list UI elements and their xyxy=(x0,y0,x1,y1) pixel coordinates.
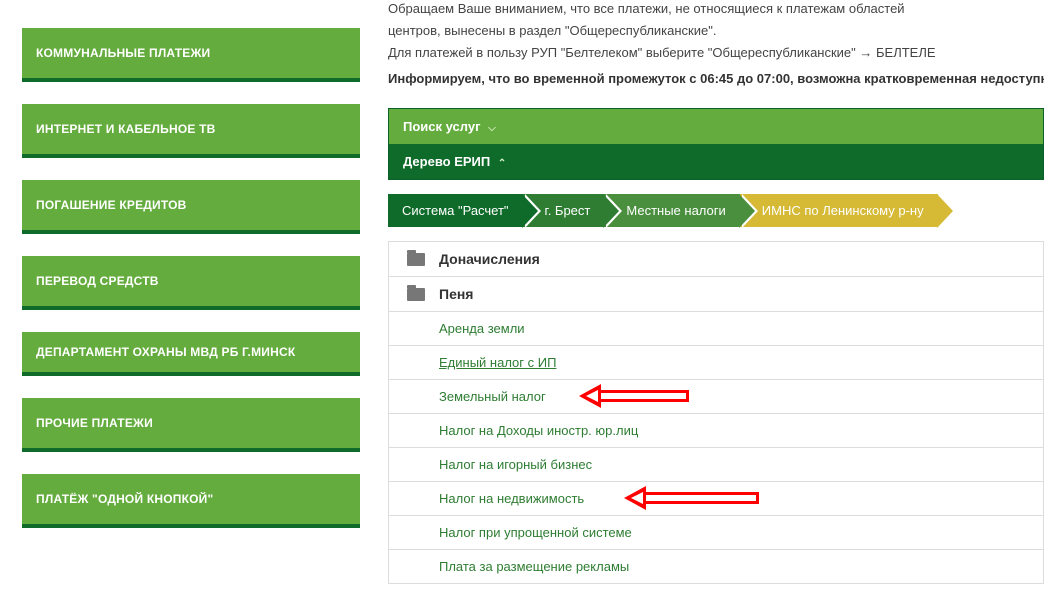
breadcrumb-current[interactable]: ИМНС по Ленинскому р-ну xyxy=(740,194,938,227)
breadcrumb-category[interactable]: Местные налоги xyxy=(604,194,739,227)
service-tree: Доначисления Пеня Аренда земли Единый на… xyxy=(388,242,1044,584)
panels: Поиск услуг ⌵ Дерево ЕРИП ⌃ xyxy=(388,108,1044,180)
folder-icon xyxy=(407,288,425,301)
notice-line: центров, вынесены в раздел "Общереспубли… xyxy=(388,22,1044,40)
folder-row[interactable]: Пеня xyxy=(389,277,1043,312)
service-link-property-tax[interactable]: Налог на недвижимость xyxy=(389,482,1043,516)
notice-line: Для платежей в пользу РУП "Белтелеком" в… xyxy=(388,44,1044,62)
panel-erip-tree[interactable]: Дерево ЕРИП ⌃ xyxy=(389,144,1043,179)
chevron-up-icon: ⌃ xyxy=(498,158,506,169)
sidebar-item-transfer[interactable]: ПЕРЕВОД СРЕДСТВ xyxy=(22,256,360,310)
chevron-down-icon: ⌵ xyxy=(488,123,496,134)
service-link-ad-placement-fee[interactable]: Плата за размещение рекламы xyxy=(389,550,1043,584)
panel-search-services[interactable]: Поиск услуг ⌵ xyxy=(389,109,1043,144)
notice-line: Обращаем Ваше вниманием, что все платежи… xyxy=(388,0,1044,18)
sidebar-item-other-payments[interactable]: ПРОЧИЕ ПЛАТЕЖИ xyxy=(22,398,360,452)
service-link-single-tax-ip[interactable]: Единый налог с ИП xyxy=(389,346,1043,380)
sidebar-item-loans[interactable]: ПОГАШЕНИЕ КРЕДИТОВ xyxy=(22,180,360,234)
sidebar: КОММУНАЛЬНЫЕ ПЛАТЕЖИ ИНТЕРНЕТ И КАБЕЛЬНО… xyxy=(0,0,380,599)
main-content: Обращаем Ваше вниманием, что все платежи… xyxy=(380,0,1052,599)
service-link-simplified-tax[interactable]: Налог при упрощенной системе xyxy=(389,516,1043,550)
notice-bold: Информируем, что во временной промежуток… xyxy=(388,69,1044,89)
breadcrumb-system[interactable]: Система "Расчет" xyxy=(388,194,523,227)
breadcrumb: Система "Расчет" г. Брест Местные налоги… xyxy=(388,180,1044,242)
service-link-land-tax[interactable]: Земельный налог xyxy=(389,380,1043,414)
sidebar-item-utilities[interactable]: КОММУНАЛЬНЫЕ ПЛАТЕЖИ xyxy=(22,28,360,82)
annotation-arrow xyxy=(624,489,759,507)
folder-row[interactable]: Доначисления xyxy=(389,242,1043,277)
folder-icon xyxy=(407,253,425,266)
sidebar-item-internet-tv[interactable]: ИНТЕРНЕТ И КАБЕЛЬНОЕ ТВ xyxy=(22,104,360,158)
annotation-arrow xyxy=(579,387,689,405)
service-link-gambling-tax[interactable]: Налог на игорный бизнес xyxy=(389,448,1043,482)
service-link-land-rent[interactable]: Аренда земли xyxy=(389,312,1043,346)
sidebar-item-mvd-security[interactable]: ДЕПАРТАМЕНТ ОХРАНЫ МВД РБ Г.МИНСК xyxy=(22,332,360,376)
service-link-foreign-income-tax[interactable]: Налог на Доходы иностр. юр.лиц xyxy=(389,414,1043,448)
sidebar-item-one-click-payment[interactable]: ПЛАТЁЖ "ОДНОЙ КНОПКОЙ" xyxy=(22,474,360,528)
